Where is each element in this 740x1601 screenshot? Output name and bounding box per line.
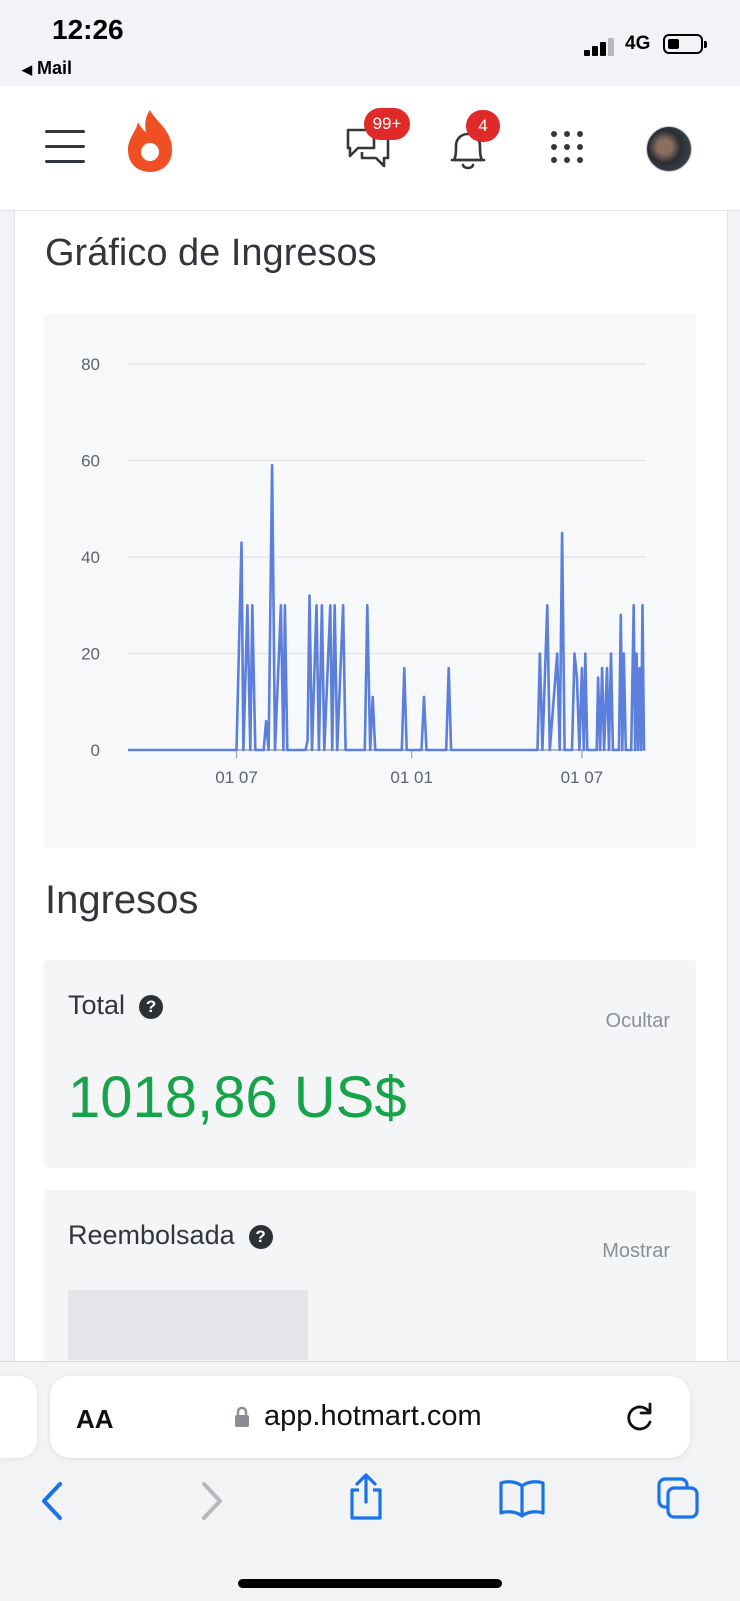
total-value: 1018,86 US$ [68, 1065, 407, 1130]
refund-label: Reembolsada [68, 1220, 235, 1250]
browser-toolbar: AA app.hotmart.com [0, 1361, 740, 1601]
previous-tab-peek[interactable] [0, 1376, 37, 1458]
y-tick-label: 80 [81, 355, 100, 374]
share-icon[interactable] [346, 1472, 386, 1522]
refund-card: Reembolsada? Mostrar [44, 1190, 696, 1390]
battery-icon [663, 34, 707, 54]
url-text[interactable]: app.hotmart.com [264, 1400, 482, 1433]
cellular-signal-icon [584, 38, 618, 56]
user-avatar[interactable] [646, 126, 692, 172]
ingresos-title: Ingresos [45, 878, 199, 922]
messages-badge: 99+ [364, 108, 410, 140]
total-card: Total? Ocultar 1018,86 US$ [44, 960, 696, 1168]
x-tick-label: 01 07 [215, 768, 258, 787]
forward-arrow-icon[interactable] [196, 1480, 226, 1522]
y-tick-label: 60 [81, 452, 100, 471]
y-tick-label: 0 [91, 741, 100, 760]
revenue-chart-card: 0 20 40 60 80 01 07 01 01 01 07 [44, 314, 696, 848]
back-app-label: Mail [37, 58, 73, 78]
address-bar[interactable]: AA app.hotmart.com [50, 1376, 690, 1458]
back-to-app-link[interactable]: ◀ Mail [22, 58, 72, 79]
tabs-icon[interactable] [656, 1476, 700, 1520]
total-help-icon[interactable]: ? [139, 995, 164, 1019]
messages-button[interactable]: 99+ [344, 108, 410, 170]
status-bar: 12:26 ◀ Mail 4G [0, 0, 740, 86]
app-header: 99+ 4 [0, 86, 740, 211]
notifications-button[interactable]: 4 [446, 110, 500, 172]
apps-grid-icon[interactable] [550, 130, 584, 164]
total-label-wrap: Total? [68, 990, 164, 1021]
status-time: 12:26 [52, 14, 124, 45]
flame-logo-icon[interactable] [126, 108, 174, 174]
refund-value-placeholder [68, 1290, 308, 1360]
x-tick-label: 01 01 [390, 768, 433, 787]
revenue-chart: 0 20 40 60 80 01 07 01 01 01 07 [81, 355, 646, 787]
lock-icon [235, 1406, 249, 1427]
reload-icon[interactable] [624, 1400, 656, 1434]
y-tick-label: 40 [81, 548, 100, 567]
menu-icon[interactable] [45, 130, 85, 164]
show-refund-button[interactable]: Mostrar [602, 1240, 670, 1263]
chart-section-title: Gráfico de Ingresos [45, 232, 377, 274]
hide-total-button[interactable]: Ocultar [606, 1010, 670, 1033]
text-size-button[interactable]: AA [76, 1404, 114, 1435]
network-type: 4G [625, 33, 651, 54]
series-line [128, 464, 646, 752]
refund-help-icon[interactable]: ? [248, 1225, 273, 1249]
home-indicator [238, 1579, 502, 1588]
y-tick-label: 20 [81, 645, 100, 664]
back-triangle-icon: ◀ [22, 62, 32, 77]
total-label: Total [68, 990, 126, 1020]
back-arrow-icon[interactable] [38, 1480, 68, 1522]
notifications-badge: 4 [466, 110, 500, 142]
refund-label-wrap: Reembolsada? [68, 1220, 273, 1251]
bookmarks-icon[interactable] [498, 1478, 546, 1518]
x-tick-label: 01 07 [561, 768, 604, 787]
